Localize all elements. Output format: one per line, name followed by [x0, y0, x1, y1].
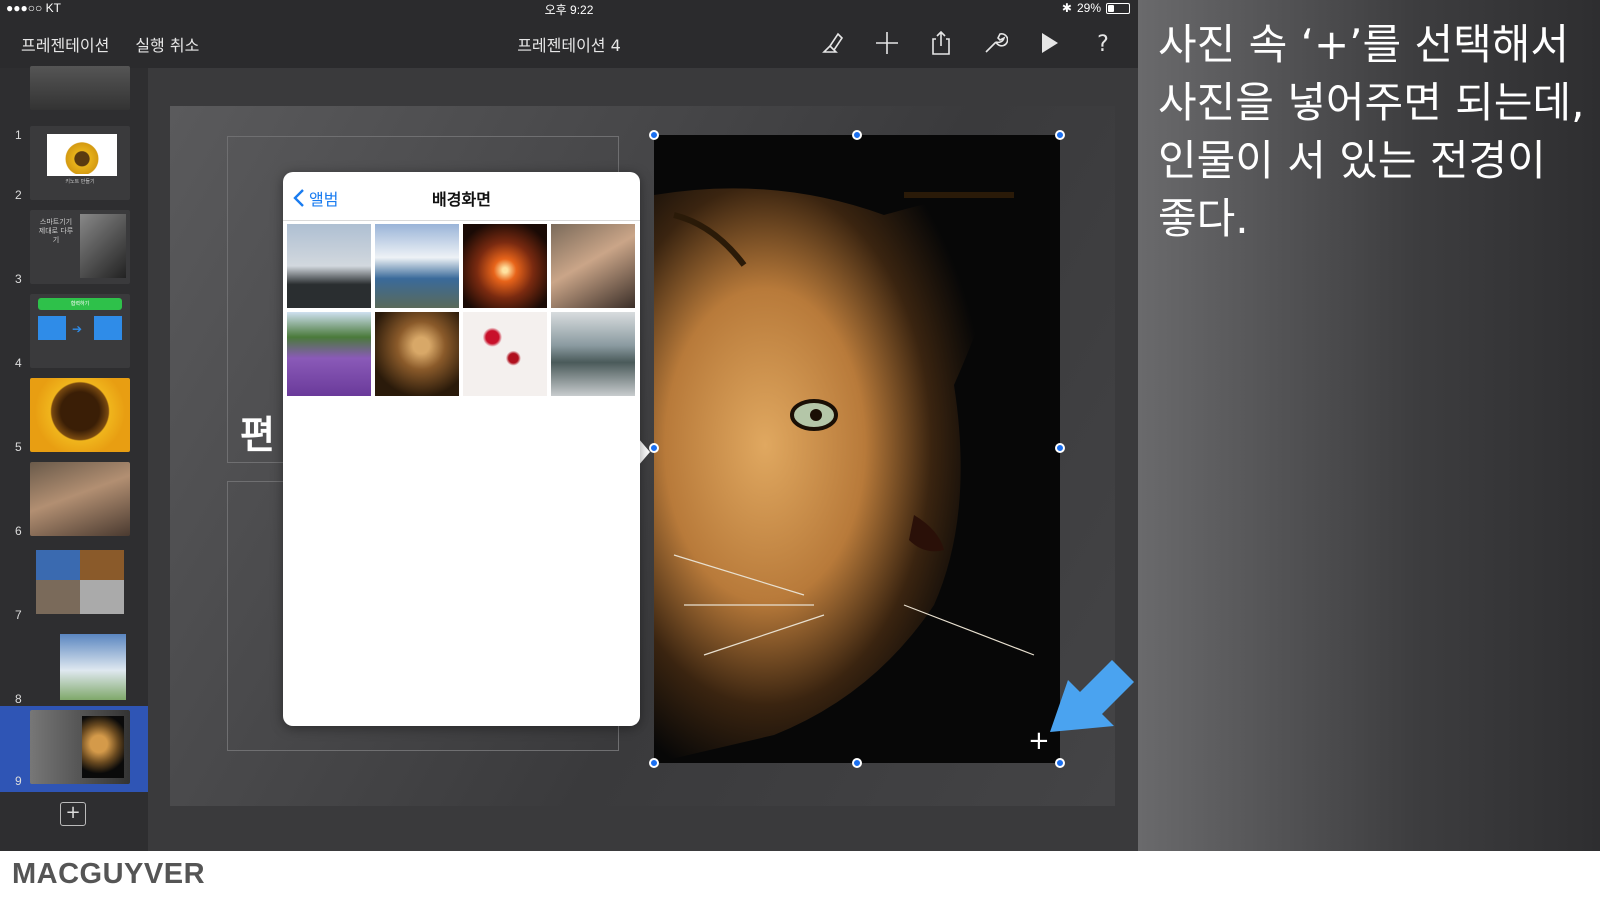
slide-partial-text: 편	[240, 413, 275, 457]
photo-lion-cub[interactable]	[375, 312, 459, 396]
slide-number: 2	[15, 188, 22, 202]
thumb-caption: 스마트기기 제대로 다루기	[38, 218, 74, 244]
photo-picker-popover: 앨범 배경화면	[283, 172, 640, 726]
slide-thumbnail: 스마트기기 제대로 다루기	[30, 210, 130, 284]
footer: MACGUYVER	[0, 851, 1600, 900]
add-slide-button[interactable]: +	[60, 802, 86, 826]
album-title: 배경화면	[432, 190, 491, 209]
resize-handle-left[interactable]	[649, 443, 659, 453]
resize-handle-bottom-left[interactable]	[649, 758, 659, 768]
help-icon[interactable]: ?	[1088, 28, 1118, 58]
caption-panel: 사진 속 ‘+’를 선택해서 사진을 넣어주면 되는데, 인물이 서 있는 전경…	[1138, 0, 1600, 851]
resize-handle-top-left[interactable]	[649, 130, 659, 140]
slide-navigator: 1 키노트 만들기 2 스마트기기 제대로 다루기 3 협력하기 ➔ 4 5 6…	[0, 66, 148, 851]
image-placeholder-plus-icon[interactable]: +	[1028, 728, 1050, 754]
share-icon[interactable]	[926, 28, 956, 58]
slide-thumb-7[interactable]: 7	[0, 542, 148, 626]
slide-thumbnail: 협력하기 ➔	[30, 294, 130, 368]
thumb-caption: 키노트 만들기	[65, 179, 95, 185]
svg-text:?: ?	[1097, 32, 1109, 56]
slide-thumbnail	[30, 710, 130, 784]
slide-thumb-9[interactable]: 9	[0, 706, 148, 792]
brand-logo: MACGUYVER	[12, 858, 206, 890]
slide-number: 6	[15, 524, 22, 538]
photo-watch-hand[interactable]	[551, 224, 635, 308]
ipad-screen: ●●●○○ KT 오후 9:22 ✱ 29% 프레젠테이션 실행 취소 프레젠테…	[0, 0, 1138, 851]
plus-icon[interactable]	[872, 28, 902, 58]
slide-number: 8	[15, 692, 22, 706]
photo-lake-mountains[interactable]	[375, 224, 459, 308]
photo-silhouette-rock[interactable]	[287, 224, 371, 308]
caption-text: 사진 속 ‘+’를 선택해서 사진을 넣어주면 되는데, 인물이 서 있는 전경…	[1158, 20, 1585, 243]
slide-thumbnail	[30, 630, 130, 704]
slide-thumbnail	[30, 462, 130, 536]
play-icon[interactable]	[1034, 28, 1064, 58]
format-brush-icon[interactable]	[818, 28, 848, 58]
status-right: ✱ 29%	[1062, 1, 1130, 15]
toolbar: 프레젠테이션 실행 취소 프레젠테이션 4 ?	[0, 18, 1138, 68]
photo-sunset[interactable]	[463, 224, 547, 308]
leopard-photo	[654, 135, 1060, 763]
battery-percent: 29%	[1076, 1, 1101, 15]
slide-thumbnail	[30, 378, 130, 452]
wrench-icon[interactable]	[980, 28, 1010, 58]
popover-header: 앨범 배경화면	[283, 172, 640, 221]
resize-handle-top[interactable]	[852, 130, 862, 140]
annotation-arrow-icon	[1050, 660, 1134, 732]
slide-thumb-2[interactable]: 키노트 만들기 2	[0, 122, 148, 206]
resize-handle-right[interactable]	[1055, 443, 1065, 453]
slide-number: 3	[15, 272, 22, 286]
battery-icon	[1106, 2, 1130, 14]
resize-handle-bottom-right[interactable]	[1055, 758, 1065, 768]
slide-thumb-4[interactable]: 협력하기 ➔ 4	[0, 290, 148, 374]
resize-handle-bottom[interactable]	[852, 758, 862, 768]
slide-thumb-8[interactable]: 8	[0, 626, 148, 710]
photo-mountain-lake-person[interactable]	[551, 312, 635, 396]
slide-thumb-5[interactable]: 5	[0, 374, 148, 458]
status-bar: ●●●○○ KT 오후 9:22 ✱ 29%	[0, 0, 1138, 18]
photo-red-flowers[interactable]	[463, 312, 547, 396]
slide-number: 5	[15, 440, 22, 454]
thumb-caption: 협력하기	[38, 298, 122, 310]
slide-thumbnail: 키노트 만들기	[30, 126, 130, 200]
status-time: 오후 9:22	[544, 3, 594, 17]
slide-thumbnail	[30, 66, 130, 110]
selected-image[interactable]	[654, 135, 1060, 763]
slide-number: 9	[15, 774, 22, 788]
photo-lavender-field[interactable]	[287, 312, 371, 396]
bluetooth-icon: ✱	[1061, 1, 1072, 15]
slide-thumbnail	[30, 546, 130, 620]
slide-number: 4	[15, 356, 22, 370]
slide-thumb-6[interactable]: 6	[0, 458, 148, 542]
resize-handle-top-right[interactable]	[1055, 130, 1065, 140]
slide-number: 7	[15, 608, 22, 622]
photo-grid	[287, 224, 635, 396]
slide-thumb-3[interactable]: 스마트기기 제대로 다루기 3	[0, 206, 148, 290]
